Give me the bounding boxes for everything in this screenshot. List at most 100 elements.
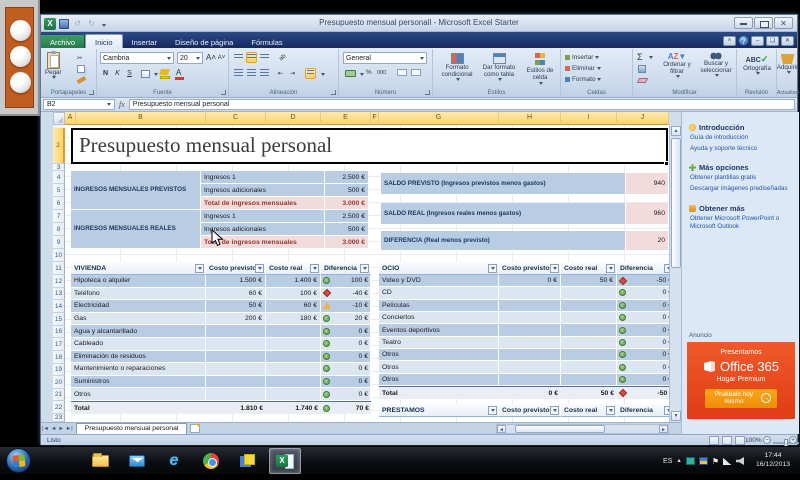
row-header-16[interactable]: 16 [53, 326, 65, 338]
vivienda-name-cell[interactable]: Otros [71, 388, 206, 401]
sheet-grid[interactable]: Presupuesto mensual personal INGRESOS ME… [65, 125, 669, 422]
ocio-name-cell[interactable]: Teatro [379, 337, 499, 349]
ocio-header-title[interactable]: OCIO [379, 262, 499, 275]
income-value-cell[interactable]: 3.000 € [325, 236, 369, 249]
ocio-previsto-cell[interactable] [499, 300, 561, 312]
ocio-name-cell[interactable]: Otros [379, 374, 499, 386]
help-icon[interactable] [738, 35, 749, 46]
income-value-cell[interactable]: 500 € [325, 184, 369, 197]
summary-label-cell[interactable]: DIFERENCIA (Real menos previsto) [381, 231, 626, 251]
name-box[interactable]: B2 [43, 99, 115, 110]
income-item-cell[interactable]: Ingresos 1 [201, 171, 325, 184]
ocio-real-cell[interactable] [561, 324, 617, 336]
ocio-name-cell[interactable]: Películas [379, 300, 499, 312]
vivienda-header-3[interactable]: Diferencia [321, 262, 371, 275]
row-header-6[interactable]: 6 [53, 197, 65, 210]
merge-center-icon[interactable] [305, 68, 316, 79]
row-header-19[interactable]: 19 [53, 364, 65, 376]
ocio-dif-cell[interactable]: 0 € [617, 349, 669, 361]
start-button[interactable] [6, 448, 31, 473]
prestamos-header-2[interactable]: Costo real [561, 404, 617, 417]
zoom-level[interactable]: 100% [745, 437, 762, 444]
vivienda-name-cell[interactable]: Hipoteca o alquiler [71, 275, 206, 288]
widget-circle[interactable] [10, 20, 31, 41]
next-sheet-icon[interactable]: ► [58, 426, 63, 432]
ocio-dif-cell[interactable]: 0 € [617, 324, 669, 336]
ocio-dif-cell[interactable]: 0 € [617, 361, 669, 373]
taskbar-app-explorer[interactable] [84, 448, 116, 474]
grow-font-icon[interactable]: A˄ [205, 52, 216, 63]
vscroll-thumb[interactable] [671, 138, 681, 268]
vivienda-name-cell[interactable]: Suministros [71, 376, 206, 389]
vivienda-name-cell[interactable]: Mantenimiento o reparaciones [71, 363, 206, 376]
column-header-b[interactable]: B [76, 112, 206, 125]
page-layout-view-icon[interactable] [722, 436, 732, 445]
book-minimize-button[interactable]: – [751, 36, 764, 46]
number-format-select[interactable]: General [343, 52, 427, 64]
ocio-previsto-cell[interactable] [499, 349, 561, 361]
column-header-j[interactable]: J [617, 112, 669, 125]
vivienda-real-cell[interactable]: 1.400 € [266, 275, 321, 288]
spelling-button[interactable]: ABC Ortografía [739, 54, 775, 75]
tray-update-icon[interactable] [699, 457, 708, 465]
ocio-dif-cell[interactable]: 0 € [617, 337, 669, 349]
ocio-header-3[interactable]: Diferencia [617, 262, 669, 275]
align-bottom-icon[interactable] [259, 52, 270, 63]
borders-icon[interactable] [141, 70, 150, 78]
taskbar-app-excel[interactable]: X [269, 448, 301, 474]
row-header-2[interactable]: 2 [53, 128, 65, 164]
column-header-i[interactable]: I [561, 112, 617, 125]
vivienda-dif-cell[interactable]: -10 € [321, 300, 371, 313]
autosum-icon[interactable] [637, 51, 643, 62]
ocio-header-1[interactable]: Costo previsto [499, 262, 561, 275]
ocio-name-cell[interactable]: Conciertos [379, 312, 499, 324]
vivienda-dif-cell[interactable]: 0 € [321, 351, 371, 364]
widget-circle[interactable] [10, 46, 31, 67]
income-item-cell[interactable]: Ingresos 1 [201, 210, 325, 223]
network-icon[interactable] [723, 457, 732, 465]
collapse-ribbon-icon[interactable]: ˄ [723, 36, 736, 46]
ad-try-button[interactable]: Pruébalo hoy mismo → [705, 389, 777, 408]
ocio-total-real-cell[interactable]: 50 € [561, 386, 617, 399]
minimize-button[interactable] [734, 17, 753, 29]
taskbar-app-chrome[interactable] [195, 448, 227, 474]
row-header-5[interactable]: 5 [53, 184, 65, 197]
vivienda-total-real-cell[interactable]: 1.740 € [266, 401, 321, 414]
vivienda-name-cell[interactable]: Teléfono [71, 288, 206, 301]
ocio-dif-cell[interactable]: 0 € [617, 300, 669, 312]
filter-dropdown-icon[interactable] [310, 264, 319, 273]
zoom-in-icon[interactable]: + [789, 436, 797, 444]
purchase-button[interactable]: Adquirir [777, 54, 798, 74]
vivienda-previsto-cell[interactable]: 60 € [206, 288, 266, 301]
vivienda-previsto-cell[interactable] [206, 376, 266, 389]
row-header-3[interactable]: 3 [53, 164, 65, 171]
align-top-icon[interactable] [233, 52, 244, 63]
clock[interactable]: 17:44 16/12/2013 [748, 452, 798, 470]
ocio-name-cell[interactable]: CD [379, 287, 499, 299]
book-restore-button[interactable]: ❏ [766, 36, 779, 46]
prev-sheet-icon[interactable]: ◄ [51, 426, 56, 432]
vivienda-name-cell[interactable]: Agua y alcantarillado [71, 325, 206, 338]
align-left-icon[interactable] [233, 68, 244, 79]
vivienda-real-cell[interactable] [266, 351, 321, 364]
normal-view-icon[interactable] [709, 436, 719, 445]
copy-icon[interactable] [77, 65, 85, 73]
vivienda-previsto-cell[interactable]: 200 € [206, 313, 266, 326]
delete-cells-button[interactable]: Eliminar [565, 63, 601, 74]
taskbar-app-sticky-notes[interactable] [232, 448, 264, 474]
row-header-8[interactable]: 8 [53, 223, 65, 236]
vivienda-dif-cell[interactable]: 20 € [321, 313, 371, 326]
fill-color-icon[interactable] [159, 69, 170, 75]
income-item-cell[interactable]: Total de ingresos mensuales [201, 197, 325, 210]
decrease-indent-icon[interactable]: ⇤ [275, 68, 286, 79]
clear-icon[interactable] [637, 78, 648, 83]
insert-cells-button[interactable]: Insertar [565, 52, 599, 63]
income-section-label[interactable]: INGRESOS MENSUALES PREVISTOS [71, 171, 201, 210]
vivienda-name-cell[interactable]: Gas [71, 313, 206, 326]
column-header-d[interactable]: D [266, 112, 321, 125]
vivienda-header-1[interactable]: Costo previsto [206, 262, 266, 275]
orientation-icon[interactable]: ab [275, 50, 290, 65]
row-header-9[interactable]: 9 [53, 236, 65, 249]
summary-value-cell[interactable]: 960 [626, 203, 669, 225]
ocio-dif-cell[interactable]: 0 € [617, 287, 669, 299]
